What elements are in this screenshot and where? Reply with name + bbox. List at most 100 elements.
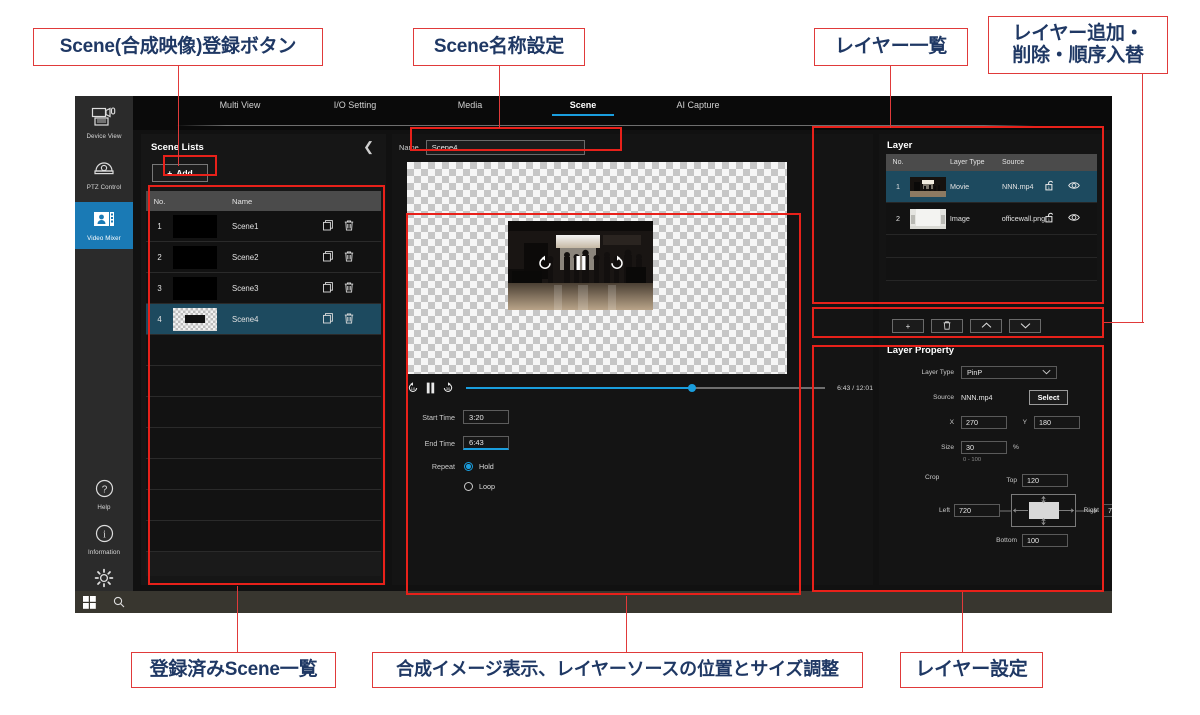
crop-bottom-label: Bottom bbox=[989, 537, 1017, 544]
tab-multi-view[interactable]: Multi View bbox=[185, 100, 295, 116]
move-layer-down-button[interactable] bbox=[1009, 319, 1041, 333]
tab-media[interactable]: Media bbox=[415, 100, 525, 116]
crop-right-label: Right bbox=[1079, 507, 1099, 514]
crop-top-row: Top 120 bbox=[999, 474, 1068, 487]
layer-type-select[interactable]: PinP bbox=[961, 366, 1057, 379]
start-time-label: Start Time bbox=[407, 413, 455, 422]
scene-row-name: Scene2 bbox=[223, 253, 323, 262]
tab-scene[interactable]: Scene bbox=[528, 100, 638, 116]
start-time-input[interactable]: 3:20 bbox=[463, 410, 509, 424]
x-input[interactable]: 270 bbox=[961, 416, 1007, 429]
duplicate-icon[interactable] bbox=[323, 313, 333, 326]
pip-layer-preview[interactable] bbox=[508, 221, 653, 310]
end-time-label: End Time bbox=[407, 439, 455, 448]
scene-name-label: Name bbox=[399, 143, 419, 152]
crop-right-input[interactable]: 720 bbox=[1103, 504, 1112, 517]
crop-left-input[interactable]: 720 bbox=[954, 504, 1000, 517]
duplicate-icon[interactable] bbox=[323, 220, 333, 233]
trash-icon[interactable] bbox=[344, 251, 354, 264]
table-row[interactable]: 1 bbox=[886, 171, 1097, 203]
seek-handle[interactable] bbox=[688, 384, 696, 392]
repeat-option-loop[interactable]: Loop bbox=[464, 482, 495, 491]
seek-progress bbox=[466, 387, 692, 389]
windows-taskbar bbox=[75, 591, 1112, 613]
table-row[interactable]: 1 Scene1 bbox=[146, 211, 381, 242]
search-icon[interactable] bbox=[113, 596, 125, 608]
layer-table-empty-row bbox=[886, 235, 1097, 258]
scene-name-input[interactable]: Scene4 bbox=[426, 140, 585, 155]
sidebar-item-information[interactable]: i Information bbox=[75, 516, 133, 563]
trash-icon[interactable] bbox=[344, 282, 354, 295]
pause-icon[interactable] bbox=[575, 255, 587, 276]
unlock-icon[interactable]: 1 bbox=[1045, 180, 1056, 193]
unlock-icon[interactable]: 1 bbox=[1045, 212, 1056, 225]
sidebar-item-ptz-control[interactable]: PTZ Control bbox=[75, 151, 133, 198]
eye-icon[interactable] bbox=[1068, 213, 1080, 224]
move-layer-up-button[interactable] bbox=[970, 319, 1002, 333]
forward-30-icon[interactable]: 30 bbox=[442, 382, 454, 394]
chevron-up-icon bbox=[981, 322, 992, 331]
radio-loop-icon[interactable] bbox=[464, 482, 473, 491]
delete-layer-button[interactable] bbox=[931, 319, 963, 333]
size-input[interactable]: 30 bbox=[961, 441, 1007, 454]
playback-transport-bar: 10 30 6:43 / 12:01 bbox=[407, 380, 873, 396]
scene-thumbnail bbox=[173, 246, 217, 269]
table-row[interactable]: 3 Scene3 bbox=[146, 273, 381, 304]
radio-hold-icon[interactable] bbox=[464, 462, 473, 471]
tab-io-setting[interactable]: I/O Setting bbox=[300, 100, 410, 116]
composition-preview-canvas[interactable] bbox=[407, 162, 787, 374]
annotation-leader-4a bbox=[1142, 74, 1143, 322]
add-layer-button[interactable]: + bbox=[892, 319, 924, 333]
column-header-source: Source bbox=[1002, 159, 1045, 166]
annotation-leader-3 bbox=[890, 66, 891, 128]
table-row[interactable]: 2 I bbox=[886, 203, 1097, 235]
duplicate-icon[interactable] bbox=[323, 251, 333, 264]
forward-30-icon[interactable] bbox=[609, 255, 625, 276]
scene-table-empty-row bbox=[146, 428, 381, 459]
table-row[interactable]: 2 Scene2 bbox=[146, 242, 381, 273]
annotation-leader-5 bbox=[237, 586, 238, 652]
annotation-leader-2 bbox=[499, 66, 500, 128]
y-input[interactable]: 180 bbox=[1034, 416, 1080, 429]
rewind-10-icon[interactable] bbox=[537, 255, 553, 276]
layer-table: No. Layer Type Source 1 bbox=[886, 154, 1097, 267]
sidebar-item-help[interactable]: ? Help bbox=[75, 471, 133, 518]
repeat-option-hold[interactable]: Hold bbox=[464, 462, 494, 471]
layer-thumbnail bbox=[910, 177, 946, 197]
source-row: Source NNN.mp4 Select bbox=[909, 390, 1068, 405]
start-time-row: Start Time 3:20 bbox=[407, 410, 509, 424]
sidebar-item-device-view[interactable]: Device View bbox=[75, 100, 133, 147]
rewind-10-icon[interactable]: 10 bbox=[407, 382, 419, 394]
scene-row-name: Scene3 bbox=[223, 284, 323, 293]
trash-icon bbox=[943, 321, 951, 332]
eye-icon[interactable] bbox=[1068, 181, 1080, 192]
table-row[interactable]: 4 Scene4 bbox=[146, 304, 381, 335]
duplicate-icon[interactable] bbox=[323, 282, 333, 295]
crop-bottom-input[interactable]: 100 bbox=[1022, 534, 1068, 547]
tab-ai-capture[interactable]: AI Capture bbox=[643, 100, 753, 116]
windows-start-icon[interactable] bbox=[83, 596, 96, 609]
trash-icon[interactable] bbox=[344, 313, 354, 326]
device-view-icon bbox=[91, 107, 117, 132]
sidebar-item-video-mixer[interactable]: Video Mixer bbox=[75, 202, 133, 249]
scene-table-empty-row bbox=[146, 366, 381, 397]
crop-top-input[interactable]: 120 bbox=[1022, 474, 1068, 487]
chevron-left-icon[interactable]: ❮ bbox=[363, 139, 374, 155]
select-source-button[interactable]: Select bbox=[1029, 390, 1068, 405]
pip-transport-overlay bbox=[508, 221, 653, 310]
layer-row-no: 2 bbox=[886, 214, 910, 223]
scene-thumbnail bbox=[173, 277, 217, 300]
scene-table-empty-row bbox=[146, 459, 381, 490]
playback-seek-slider[interactable] bbox=[466, 383, 825, 393]
add-scene-button[interactable]: + Add bbox=[152, 164, 208, 182]
trash-icon[interactable] bbox=[344, 220, 354, 233]
pause-icon[interactable] bbox=[426, 382, 435, 394]
layer-property-panel: Layer Property Layer Type PinP Source NN… bbox=[879, 342, 1104, 585]
crop-top-label: Top bbox=[999, 477, 1017, 484]
sidebar-item-label: Device View bbox=[86, 133, 121, 140]
layer-row-no: 1 bbox=[886, 182, 910, 191]
size-label: Size bbox=[909, 444, 954, 451]
scene-row-no: 2 bbox=[146, 253, 173, 262]
gear-icon bbox=[94, 568, 114, 593]
end-time-input[interactable]: 6:43 bbox=[463, 436, 509, 450]
